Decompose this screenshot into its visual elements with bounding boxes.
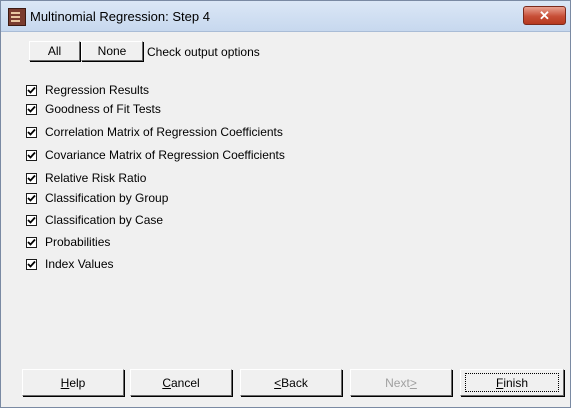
- option-probabilities[interactable]: Probabilities: [26, 234, 110, 250]
- option-covariance-matrix[interactable]: Covariance Matrix of Regression Coeffici…: [26, 147, 285, 163]
- checkmark-icon: [27, 174, 36, 182]
- checkmark-icon: [27, 151, 36, 159]
- option-label: Classification by Group: [45, 191, 169, 205]
- option-label: Index Values: [45, 257, 114, 271]
- option-goodness-of-fit-tests[interactable]: Goodness of Fit Tests: [26, 101, 161, 117]
- checkmark-icon: [27, 194, 36, 202]
- option-label: Relative Risk Ratio: [45, 171, 147, 185]
- title-bar: Multinomial Regression: Step 4 ✕: [1, 1, 570, 32]
- option-label: Classification by Case: [45, 213, 164, 227]
- checkbox[interactable]: [26, 149, 37, 161]
- option-classification-by-group[interactable]: Classification by Group: [26, 190, 168, 206]
- checkbox[interactable]: [26, 103, 37, 115]
- option-label: Regression Results: [45, 83, 150, 97]
- check-options-hint: Check output options: [147, 45, 260, 59]
- option-regression-results[interactable]: Regression Results: [26, 82, 149, 98]
- checkmark-icon: [27, 105, 36, 113]
- select-all-button[interactable]: All: [29, 41, 80, 61]
- option-index-values[interactable]: Index Values: [26, 256, 114, 272]
- option-correlation-matrix[interactable]: Correlation Matrix of Regression Coeffic…: [26, 124, 283, 140]
- checkmark-icon: [27, 86, 36, 94]
- multinomial-regression-dialog: Multinomial Regression: Step 4 ✕ All Non…: [0, 0, 571, 408]
- checkmark-icon: [27, 216, 36, 224]
- checkmark-icon: [27, 260, 36, 268]
- option-relative-risk-ratio[interactable]: Relative Risk Ratio: [26, 170, 146, 186]
- option-label: Correlation Matrix of Regression Coeffic…: [45, 125, 283, 139]
- checkbox[interactable]: [26, 214, 37, 226]
- next-button[interactable]: Next >: [350, 369, 452, 396]
- help-button[interactable]: Help: [22, 369, 124, 396]
- cancel-button[interactable]: Cancel: [130, 369, 232, 396]
- option-label: Goodness of Fit Tests: [45, 102, 161, 116]
- checkbox[interactable]: [26, 126, 37, 138]
- checkbox[interactable]: [26, 84, 37, 96]
- checkbox[interactable]: [26, 172, 37, 184]
- checkmark-icon: [27, 128, 36, 136]
- checkbox[interactable]: [26, 236, 37, 248]
- checkbox[interactable]: [26, 192, 37, 204]
- back-button[interactable]: < Back: [240, 369, 342, 396]
- close-button[interactable]: ✕: [523, 6, 566, 25]
- select-none-button[interactable]: None: [81, 41, 143, 61]
- window-title: Multinomial Regression: Step 4: [30, 9, 210, 24]
- checkmark-icon: [27, 238, 36, 246]
- checkbox[interactable]: [26, 258, 37, 270]
- option-classification-by-case[interactable]: Classification by Case: [26, 212, 163, 228]
- dialog-client-area: All None Check output options Regression…: [1, 32, 570, 407]
- option-label: Covariance Matrix of Regression Coeffici…: [45, 148, 285, 162]
- option-label: Probabilities: [45, 235, 111, 249]
- finish-button[interactable]: Finish: [460, 369, 564, 396]
- table-icon: [8, 8, 26, 26]
